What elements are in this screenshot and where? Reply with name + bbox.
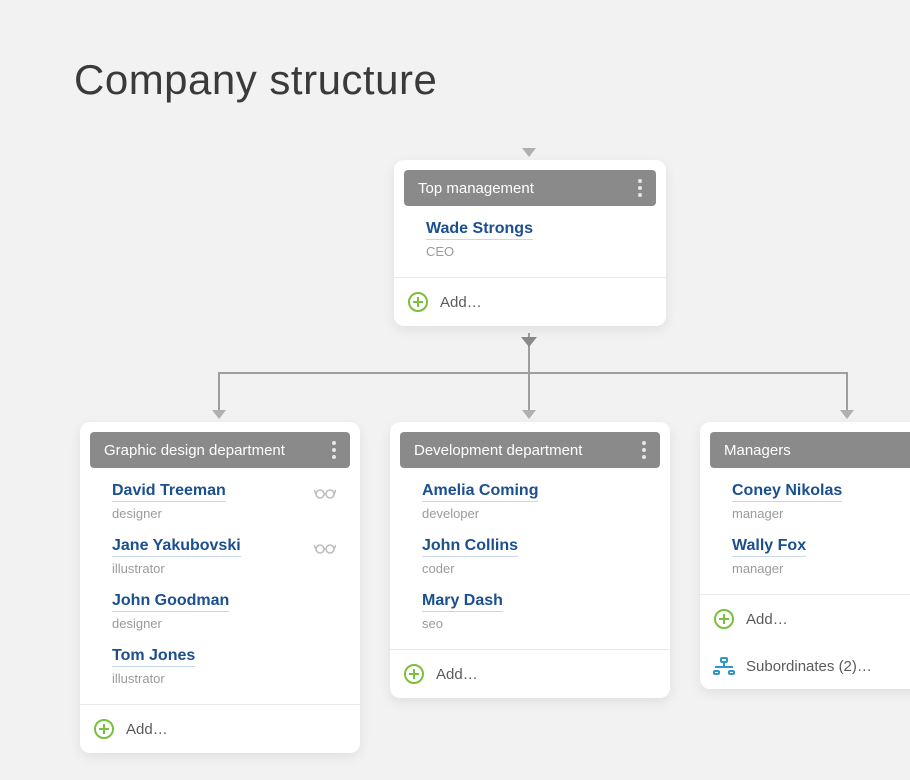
person-name-link[interactable]: Wally Fox [732,537,806,557]
person-row: Coney Nikolas manager [710,474,910,529]
person-role: seo [422,616,652,631]
plus-circle-icon [714,609,734,629]
glasses-icon [314,541,336,560]
person-role: developer [422,506,652,521]
card-title: Development department [414,442,582,459]
add-button[interactable]: Add… [394,278,666,326]
page-title: Company structure [74,56,437,104]
person-role: manager [732,506,910,521]
card-title: Top management [418,180,534,197]
subordinates-icon [714,657,734,675]
kebab-menu-icon[interactable] [332,441,336,459]
arrow-after-top [521,337,537,347]
card-header: Top management [404,170,656,206]
add-button[interactable]: Add… [390,650,670,698]
card-top-management: Top management Wade Strongs CEO Add… [394,160,666,326]
person-name-link[interactable]: Wade Strongs [426,220,533,240]
card-body: David Treeman designer Jane Yakubovski i… [80,468,360,698]
arrow-into-top-card [522,148,536,157]
card-body: Coney Nikolas manager Wally Fox manager [700,468,910,588]
person-name-link[interactable]: Tom Jones [112,647,195,667]
card-body: Wade Strongs CEO [394,206,666,271]
card-header: Managers [710,432,910,468]
arrow-into-card-1 [212,410,226,419]
add-button[interactable]: Add… [700,595,910,643]
card-graphic-design: Graphic design department David Treeman … [80,422,360,753]
person-row: Tom Jones illustrator [90,639,350,694]
person-name-link[interactable]: Mary Dash [422,592,503,612]
plus-circle-icon [404,664,424,684]
card-header: Development department [400,432,660,468]
arrow-into-card-3 [840,410,854,419]
add-label: Add… [436,666,478,683]
org-chart-canvas: Company structure Top management Wade St… [0,0,910,780]
person-row: Jane Yakubovski illustrator [90,529,350,584]
connector-drop-1 [218,372,220,412]
person-row: Amelia Coming developer [400,474,660,529]
add-label: Add… [746,611,788,628]
person-role: coder [422,561,652,576]
person-name-link[interactable]: Coney Nikolas [732,482,842,502]
card-title: Graphic design department [104,442,285,459]
person-name-link[interactable]: John Goodman [112,592,229,612]
person-name-link[interactable]: John Collins [422,537,518,557]
glasses-icon [314,486,336,505]
person-role: illustrator [112,561,342,576]
subordinates-button[interactable]: Subordinates (2)… [700,643,910,689]
connector-drop-3 [846,372,848,412]
person-row: Wally Fox manager [710,529,910,584]
person-name-link[interactable]: Jane Yakubovski [112,537,241,557]
person-role: designer [112,506,342,521]
card-body: Amelia Coming developer John Collins cod… [390,468,670,643]
person-role: designer [112,616,342,631]
add-button[interactable]: Add… [80,705,360,753]
person-row: David Treeman designer [90,474,350,529]
plus-circle-icon [408,292,428,312]
person-row: Mary Dash seo [400,584,660,639]
person-name-link[interactable]: David Treeman [112,482,226,502]
person-role: CEO [426,244,648,259]
person-role: manager [732,561,910,576]
card-managers: Managers Coney Nikolas manager Wally Fox… [700,422,910,689]
person-row: John Goodman designer [90,584,350,639]
card-title: Managers [724,442,791,459]
person-row: Wade Strongs CEO [404,212,656,267]
subordinates-label: Subordinates (2)… [746,658,872,675]
card-development: Development department Amelia Coming dev… [390,422,670,698]
kebab-menu-icon[interactable] [642,441,646,459]
person-row: John Collins coder [400,529,660,584]
person-name-link[interactable]: Amelia Coming [422,482,538,502]
card-header: Graphic design department [90,432,350,468]
connector-horizontal [218,372,848,374]
add-label: Add… [126,721,168,738]
kebab-menu-icon[interactable] [638,179,642,197]
plus-circle-icon [94,719,114,739]
connector-drop-2 [528,372,530,412]
add-label: Add… [440,294,482,311]
person-role: illustrator [112,671,342,686]
arrow-into-card-2 [522,410,536,419]
